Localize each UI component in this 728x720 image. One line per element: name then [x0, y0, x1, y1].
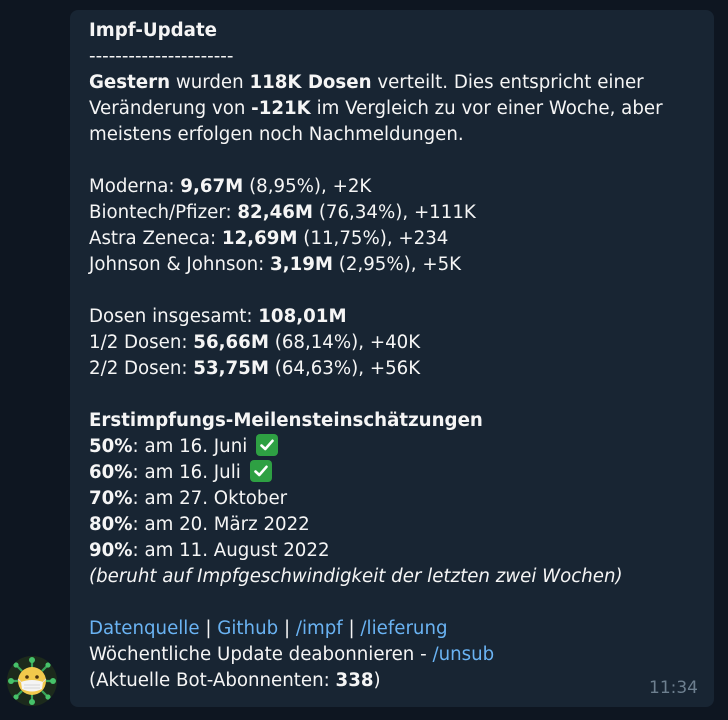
vaccine-total: 9,67M: [180, 176, 244, 197]
vaccine-delta: +234: [398, 228, 449, 249]
message-timestamp: 11:34: [649, 678, 698, 698]
milestone-date: : am 27. Oktober: [132, 488, 288, 509]
vaccine-name: Biontech/Pfizer:: [89, 202, 238, 223]
vaccine-total: 3,19M: [270, 254, 333, 275]
milestones-note: (beruht auf Impfgeschwindigkeit der letz…: [89, 566, 623, 587]
vaccine-row-biontech: Biontech/Pfizer: 82,46M (76,34%), +111K: [89, 200, 694, 226]
milestone-50: 50%: am 16. Juni: [89, 434, 694, 460]
vaccine-percent: (8,95%): [243, 176, 322, 197]
check-mark-icon: [249, 460, 272, 482]
doses-total-label: Dosen insgesamt:: [89, 306, 259, 327]
milestone-percent: 60%: [89, 462, 133, 483]
milestones-heading: Erstimpfungs-Meilensteinschätzungen: [89, 410, 483, 431]
milestone-date: : am 11. August 2022: [132, 540, 330, 561]
doses-full-value: 53,75M: [193, 358, 269, 379]
vaccine-delta: +2K: [332, 176, 372, 197]
milestone-date: : am 16. Juni: [132, 436, 248, 457]
vaccine-delta: +5K: [422, 254, 462, 275]
vaccine-delta: +111K: [413, 202, 476, 223]
intro-text: Veränderung von: [89, 98, 252, 119]
doses-half-percent: (68,14%): [268, 332, 359, 353]
bot-avatar[interactable]: [7, 656, 57, 706]
milestone-date: : am 16. Juli: [132, 462, 241, 483]
milestone-70: 70%: am 27. Oktober: [89, 486, 694, 512]
separator: ,: [410, 254, 423, 275]
separator: ,: [386, 228, 399, 249]
pipe-separator: |: [199, 618, 218, 639]
vaccine-row-astra: Astra Zeneca: 12,69M (11,75%), +234: [89, 226, 694, 252]
doses-half-delta: +40K: [369, 332, 421, 353]
pipe-separator: |: [342, 618, 361, 639]
subscribers-close: ): [373, 670, 381, 691]
vaccine-name: Johnson & Johnson:: [89, 254, 271, 275]
message-bubble[interactable]: Impf-Update ---------------------- Geste…: [70, 10, 714, 707]
divider-text: ----------------------: [89, 46, 234, 67]
doses-half-label: 1/2 Dosen:: [89, 332, 194, 353]
chat-area: Impf-Update ---------------------- Geste…: [0, 0, 728, 720]
unsubscribe-row: Wöchentliche Update deabonnieren - /unsu…: [89, 642, 694, 668]
subscribers-count: 338: [335, 670, 374, 691]
milestone-percent: 50%: [89, 436, 133, 457]
milestone-percent: 80%: [89, 514, 133, 535]
vaccine-total: 12,69M: [221, 228, 298, 249]
doses-half-row: 1/2 Dosen: 56,66M (68,14%), +40K: [89, 330, 694, 356]
milestone-60: 60%: am 16. Juli: [89, 460, 694, 486]
pipe-separator: |: [278, 618, 296, 639]
doses-full-percent: (64,63%): [268, 358, 359, 379]
doses-half-value: 56,66M: [193, 332, 269, 353]
command-impf[interactable]: /impf: [296, 618, 343, 639]
link-github[interactable]: Github: [217, 618, 278, 639]
vaccine-percent: (76,34%): [313, 202, 403, 223]
unsubscribe-text: Wöchentliche Update deabonnieren -: [89, 644, 433, 665]
intro-yesterday: Gestern: [89, 72, 171, 93]
command-unsub[interactable]: /unsub: [432, 644, 494, 665]
vaccine-name: Astra Zeneca:: [89, 228, 222, 249]
intro-line-2: Veränderung von -121K im Vergleich zu vo…: [89, 96, 694, 122]
milestone-date: : am 20. März 2022: [132, 514, 310, 535]
milestone-80: 80%: am 20. März 2022: [89, 512, 694, 538]
intro-line-3: meistens erfolgen noch Nachmeldungen.: [89, 124, 464, 145]
subscribers-row: (Aktuelle Bot-Abonnenten: 338): [89, 668, 694, 694]
intro-line-1: Gestern wurden 118K Dosen verteilt. Dies…: [89, 70, 694, 96]
doses-full-label: 2/2 Dosen:: [89, 358, 194, 379]
intro-text: verteilt. Dies entspricht einer: [371, 72, 644, 93]
intro-text: im Vergleich zu vor einer Woche, aber: [310, 98, 663, 119]
vaccine-percent: (2,95%): [333, 254, 411, 275]
separator: ,: [358, 332, 370, 353]
milestone-90: 90%: am 11. August 2022: [89, 538, 694, 564]
link-datenquelle[interactable]: Datenquelle: [89, 618, 200, 639]
doses-total-row: Dosen insgesamt: 108,01M: [89, 304, 694, 330]
vaccine-total: 82,46M: [237, 202, 314, 223]
check-mark-icon: [256, 434, 279, 456]
separator: ,: [358, 358, 370, 379]
vaccine-row-johnson: Johnson & Johnson: 3,19M (2,95%), +5K: [89, 252, 694, 278]
doses-full-delta: +56K: [369, 358, 421, 379]
intro-dose-count: 118K Dosen: [249, 72, 372, 93]
vaccine-name: Moderna:: [89, 176, 181, 197]
milestone-percent: 70%: [89, 488, 133, 509]
vaccine-row-moderna: Moderna: 9,67M (8,95%), +2K: [89, 174, 694, 200]
footer-links: Datenquelle | Github | /impf | /lieferun…: [89, 616, 694, 642]
doses-full-row: 2/2 Dosen: 53,75M (64,63%), +56K: [89, 356, 694, 382]
doses-total-value: 108,01M: [258, 306, 347, 327]
subscribers-label: (Aktuelle Bot-Abonnenten:: [89, 670, 336, 691]
virus-mask-face-icon: [7, 656, 57, 706]
separator: ,: [402, 202, 414, 223]
message-title: Impf-Update: [89, 20, 217, 41]
intro-text: wurden: [170, 72, 250, 93]
milestone-percent: 90%: [89, 540, 133, 561]
separator: ,: [321, 176, 333, 197]
command-lieferung[interactable]: /lieferung: [360, 618, 447, 639]
vaccine-percent: (11,75%): [297, 228, 387, 249]
intro-change-value: -121K: [251, 98, 311, 119]
